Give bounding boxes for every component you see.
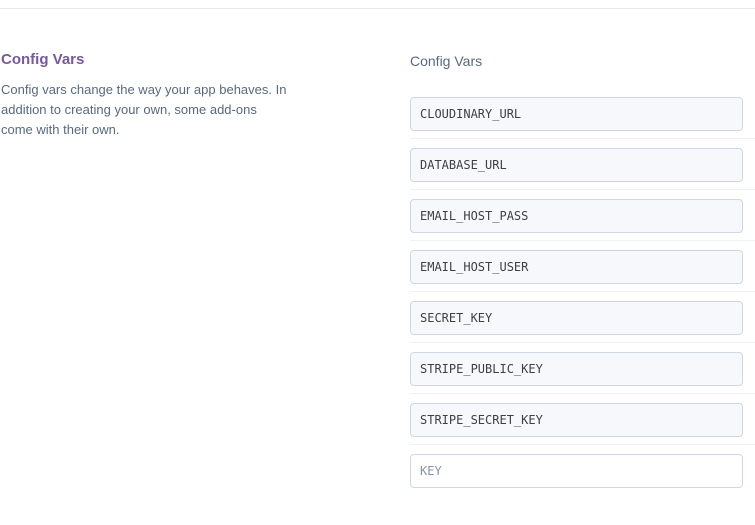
row-divider (410, 393, 755, 394)
config-vars-panel: Config Vars CLOUDINARY_URL DATABASE_URL … (410, 50, 755, 505)
config-var-key-field[interactable]: EMAIL_HOST_USER (410, 250, 743, 284)
config-var-key-field[interactable]: EMAIL_HOST_PASS (410, 199, 743, 233)
row-divider (410, 291, 755, 292)
config-var-row: STRIPE_SECRET_KEY (410, 403, 755, 454)
row-divider (410, 138, 755, 139)
config-vars-info: Config Vars Config vars change the way y… (1, 50, 291, 140)
config-var-key-field[interactable]: SECRET_KEY (410, 301, 743, 335)
config-var-row: DATABASE_URL (410, 148, 755, 199)
config-var-list: CLOUDINARY_URL DATABASE_URL EMAIL_HOST_P… (410, 97, 755, 505)
config-var-row: SECRET_KEY (410, 301, 755, 352)
top-divider (0, 8, 755, 9)
row-divider (410, 444, 755, 445)
config-var-key-field[interactable]: STRIPE_PUBLIC_KEY (410, 352, 743, 386)
config-var-row: EMAIL_HOST_PASS (410, 199, 755, 250)
config-vars-heading: Config Vars (410, 53, 483, 69)
section-description: Config vars change the way your app beha… (1, 82, 287, 137)
config-var-key-field[interactable]: CLOUDINARY_URL (410, 97, 743, 131)
config-var-row: CLOUDINARY_URL (410, 97, 755, 148)
new-key-input[interactable]: KEY (410, 454, 743, 488)
config-var-key-field[interactable]: DATABASE_URL (410, 148, 743, 182)
config-var-key-field[interactable]: STRIPE_SECRET_KEY (410, 403, 743, 437)
section-title: Config Vars (1, 51, 85, 68)
config-var-row: EMAIL_HOST_USER (410, 250, 755, 301)
row-divider (410, 240, 755, 241)
new-config-var-row: KEY (410, 454, 755, 505)
row-divider (410, 342, 755, 343)
config-var-row: STRIPE_PUBLIC_KEY (410, 352, 755, 403)
row-divider (410, 189, 755, 190)
